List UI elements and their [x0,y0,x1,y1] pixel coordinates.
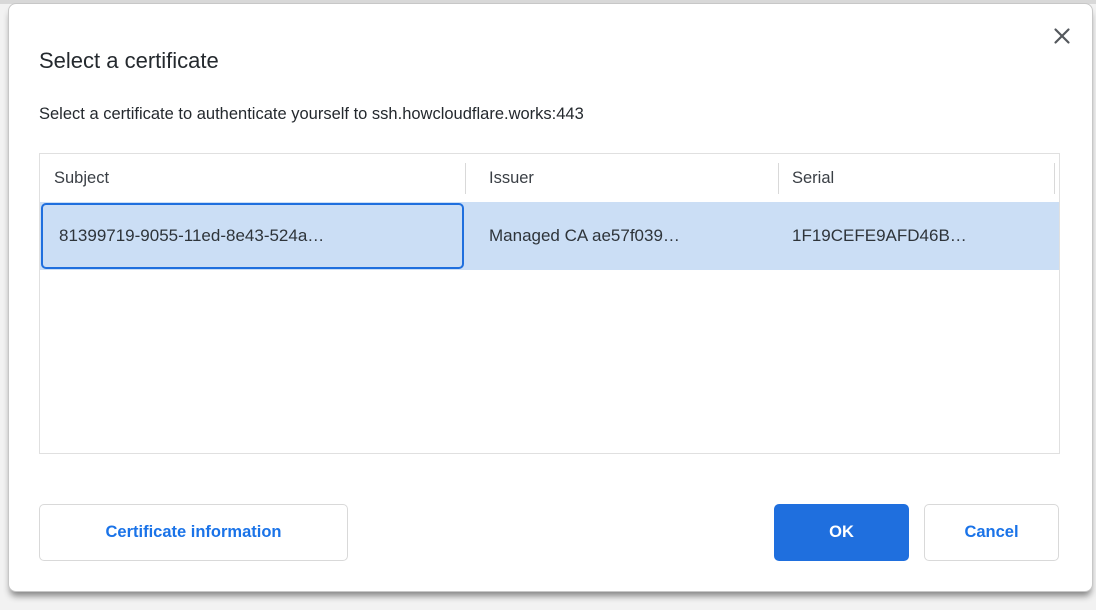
certificate-table: Subject Issuer Serial 81399719-9055-11ed… [39,153,1060,454]
ok-button[interactable]: OK [774,504,909,561]
column-divider [778,163,779,194]
column-header-issuer: Issuer [489,154,534,202]
cell-subject[interactable]: 81399719-9055-11ed-8e43-524a… [41,203,464,269]
cell-serial[interactable]: 1F19CEFE9AFD46B… [792,202,967,270]
certificate-information-button[interactable]: Certificate information [39,504,348,561]
column-header-serial: Serial [792,154,834,202]
close-icon [1052,26,1072,46]
column-header-subject: Subject [54,154,109,202]
table-header: Subject Issuer Serial [40,154,1059,202]
dialog-title: Select a certificate [39,48,219,74]
cancel-button[interactable]: Cancel [924,504,1059,561]
table-body: 81399719-9055-11ed-8e43-524a… Managed CA … [40,202,1059,270]
table-row[interactable]: 81399719-9055-11ed-8e43-524a… Managed CA … [40,202,1059,270]
close-button[interactable] [1045,19,1079,53]
cell-issuer[interactable]: Managed CA ae57f039… [489,202,680,270]
select-certificate-dialog: Select a certificate Select a certificat… [8,3,1093,592]
dialog-subtitle: Select a certificate to authenticate you… [39,105,584,124]
column-divider [1054,163,1055,194]
column-divider [465,163,466,194]
